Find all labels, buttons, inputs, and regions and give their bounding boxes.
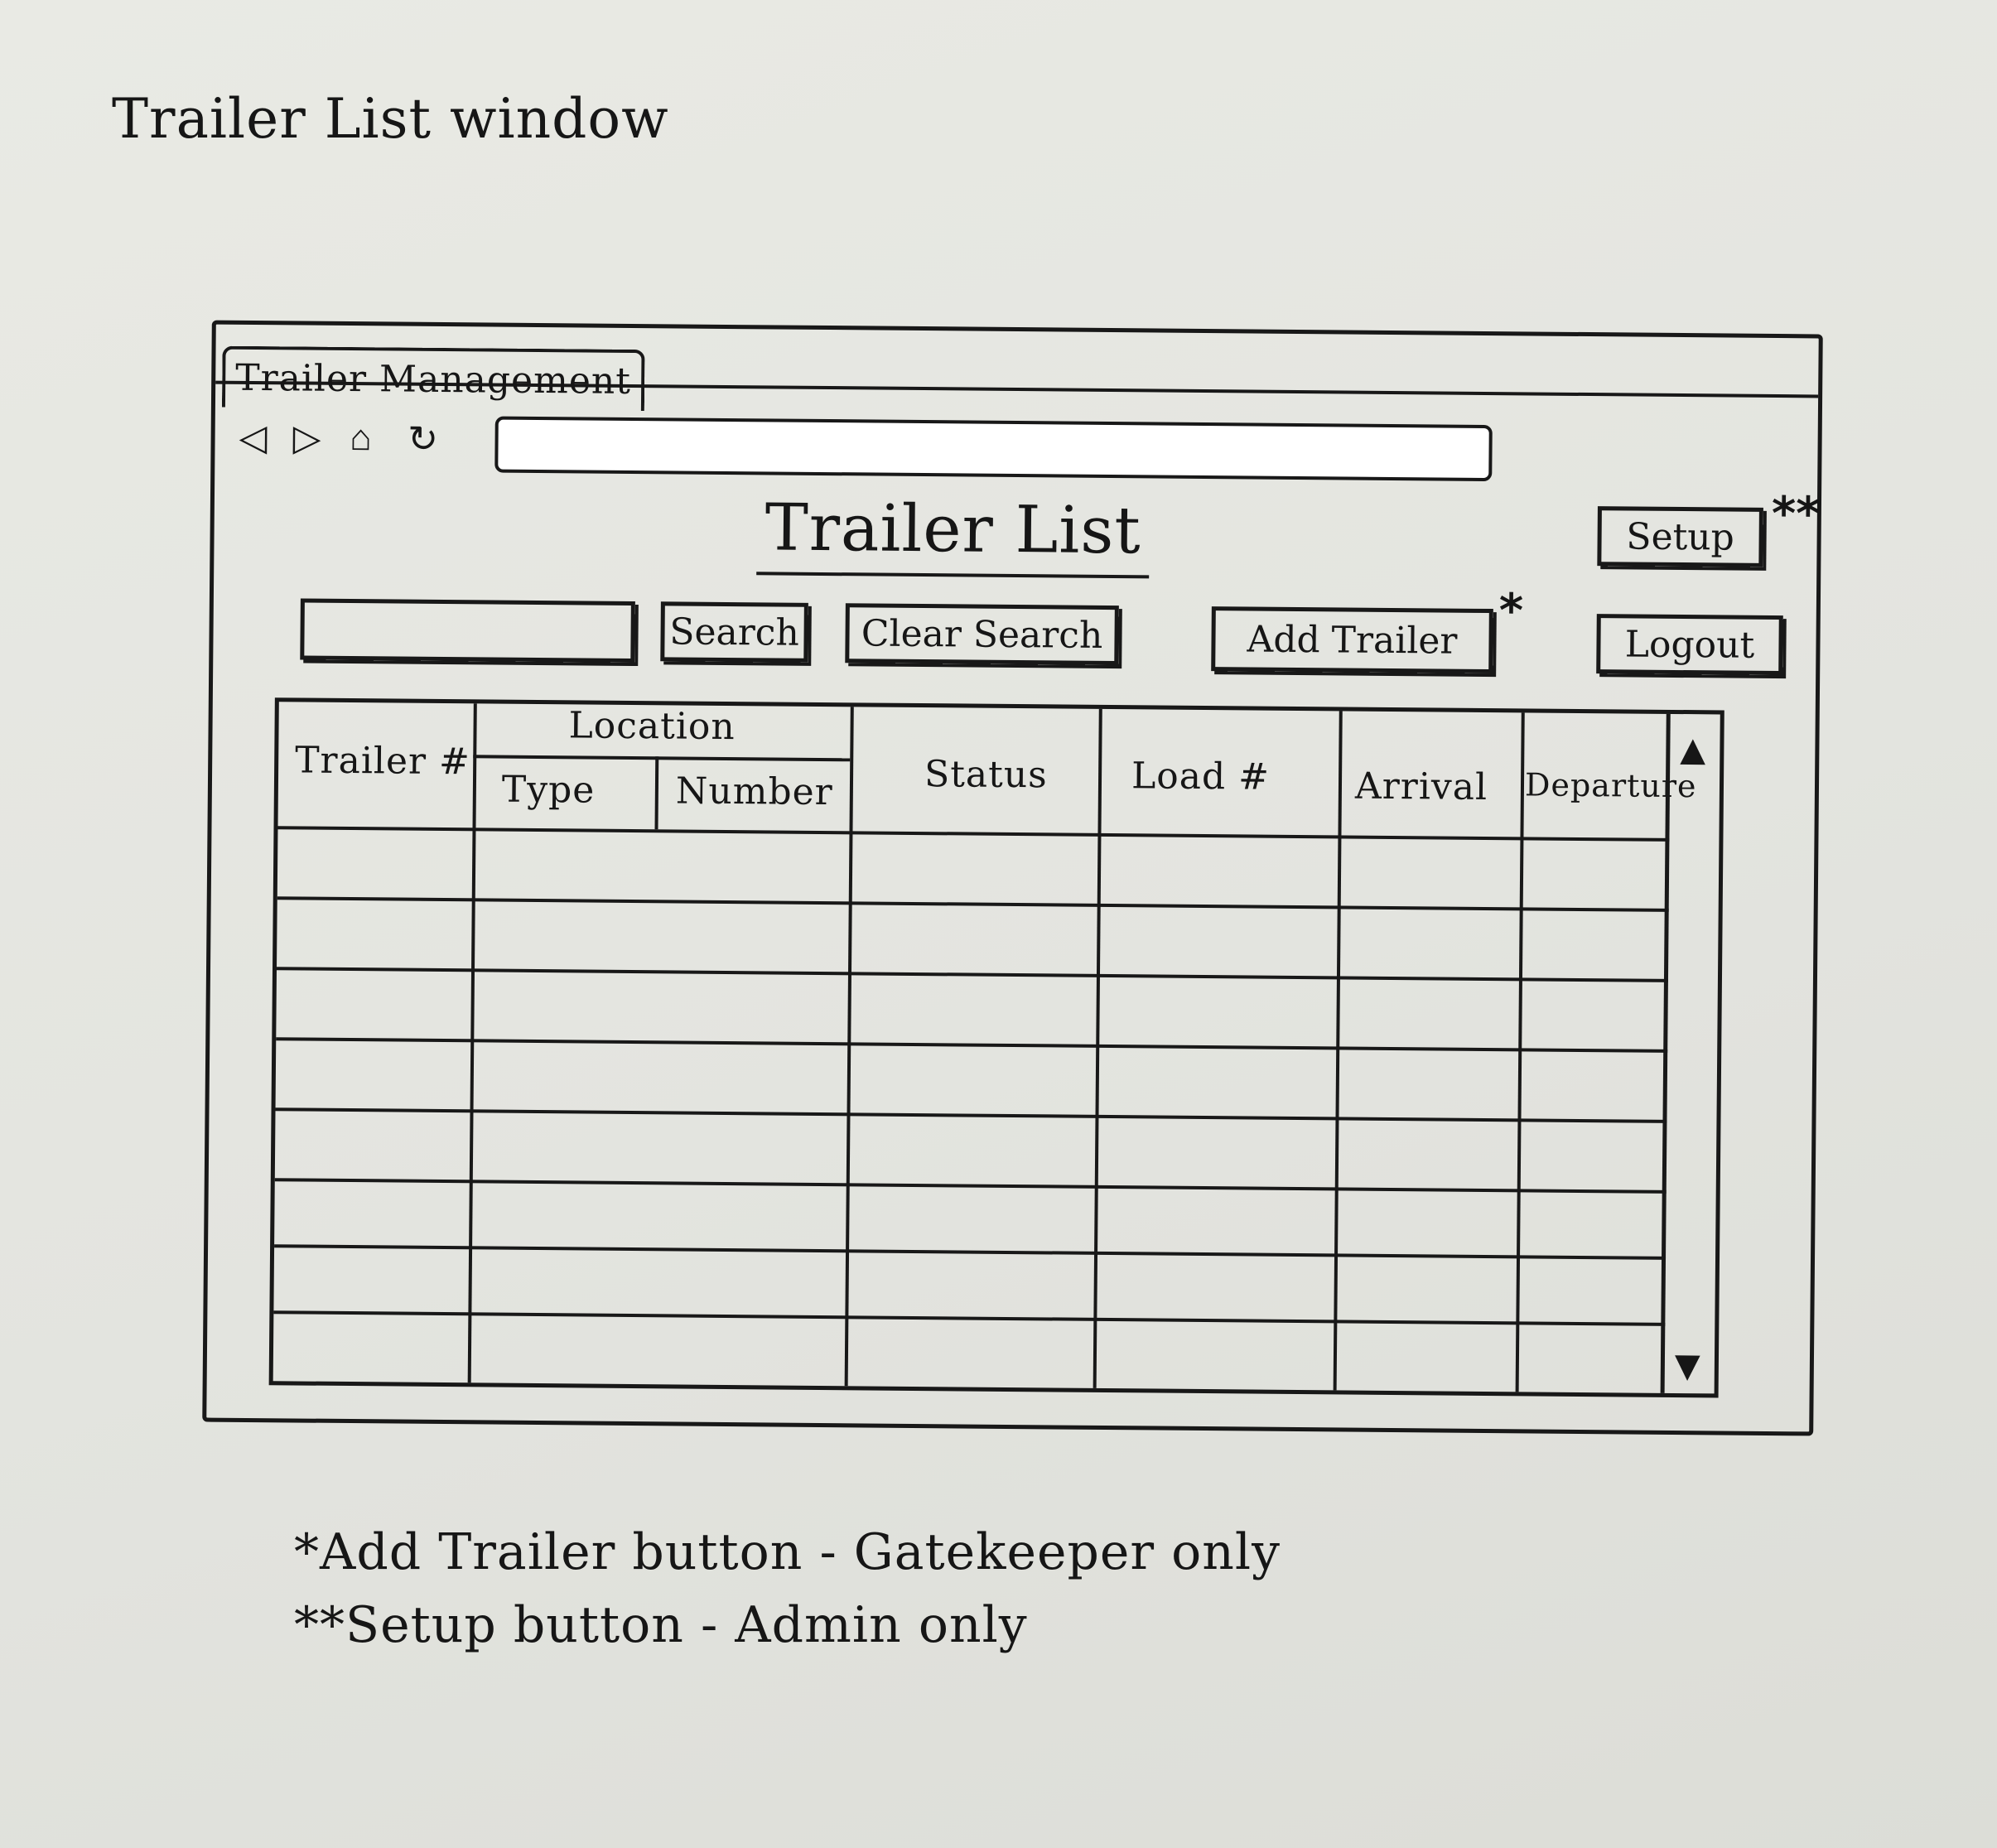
browser-window: Trailer Management ◁ ▷ ⌂ ↻ Trailer List … <box>202 320 1823 1436</box>
col-trailer-number: Trailer # <box>294 739 471 784</box>
logout-button[interactable]: Logout <box>1596 614 1783 676</box>
annotation-notes: *Add Trailer button - Gatekeeper only **… <box>294 1516 1281 1662</box>
page-title: Trailer List <box>756 490 1150 579</box>
col-location: Location <box>568 704 736 749</box>
setup-admin-marker: ** <box>1771 486 1821 542</box>
search-button[interactable]: Search <box>660 601 808 663</box>
sketch-title: Trailer List window <box>112 87 669 151</box>
add-trailer-gatekeeper-marker: * <box>1498 584 1524 639</box>
tab-strip: Trailer Management <box>215 324 1819 412</box>
forward-icon[interactable]: ▷ <box>285 416 328 459</box>
setup-button[interactable]: Setup <box>1597 506 1763 567</box>
search-input[interactable] <box>300 598 635 663</box>
tab-trailer-management[interactable]: Trailer Management <box>221 345 645 412</box>
col-status: Status <box>924 753 1048 797</box>
back-icon[interactable]: ◁ <box>231 416 274 459</box>
scroll-up-icon[interactable]: ▲ <box>1680 731 1705 769</box>
note-add-trailer: *Add Trailer button - Gatekeeper only <box>294 1523 1281 1581</box>
table-scrollbar[interactable]: ▲ ▼ <box>1660 713 1720 1394</box>
col-location-type: Type <box>501 768 596 812</box>
refresh-icon[interactable]: ↻ <box>401 417 444 461</box>
home-icon[interactable]: ⌂ <box>339 417 382 460</box>
scroll-down-icon[interactable]: ▼ <box>1675 1347 1700 1385</box>
trailer-table: Trailer # Location Type Number Status Lo… <box>268 697 1724 1398</box>
col-arrival: Arrival <box>1354 765 1488 808</box>
nav-bar: ◁ ▷ ⌂ ↻ <box>215 408 1507 482</box>
add-trailer-button[interactable]: Add Trailer <box>1211 606 1493 674</box>
col-load-number: Load # <box>1131 755 1271 799</box>
address-bar[interactable] <box>494 416 1493 482</box>
col-location-number: Number <box>675 770 833 814</box>
clear-search-button[interactable]: Clear Search <box>845 603 1119 666</box>
note-setup: **Setup button - Admin only <box>294 1596 1028 1654</box>
